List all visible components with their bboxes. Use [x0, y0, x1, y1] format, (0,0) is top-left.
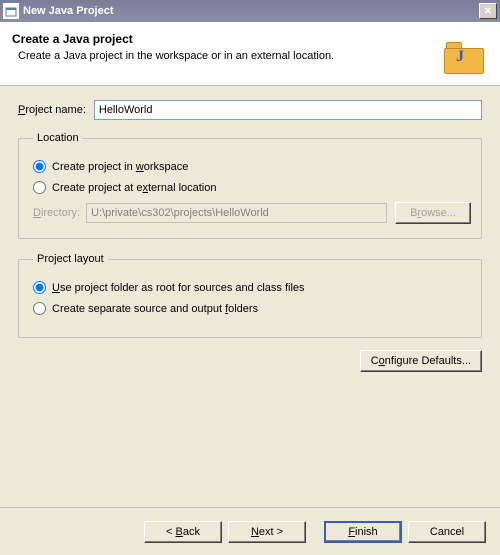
location-legend: Location [33, 132, 83, 144]
radio-separate-label[interactable]: Create separate source and output folder… [52, 303, 258, 315]
project-name-row: Project name: [18, 100, 482, 120]
radio-external-label[interactable]: Create project at external location [52, 182, 217, 194]
radio-separate-row: Create separate source and output folder… [33, 302, 471, 315]
project-layout-group: Project layout Use project folder as roo… [18, 253, 482, 338]
window-title: New Java Project [23, 5, 479, 17]
window-icon [3, 3, 19, 19]
location-group: Location Create project in workspace Cre… [18, 132, 482, 239]
banner-subtext: Create a Java project in the workspace o… [18, 50, 488, 62]
radio-workspace-label[interactable]: Create project in workspace [52, 161, 188, 173]
next-button[interactable]: Next > [228, 521, 306, 543]
radio-workspace-row: Create project in workspace [33, 160, 471, 173]
wizard-icon: J [444, 32, 488, 74]
directory-input [86, 203, 387, 223]
project-name-input[interactable] [94, 100, 482, 120]
radio-root-label[interactable]: Use project folder as root for sources a… [52, 282, 305, 294]
back-button[interactable]: < Back [144, 521, 222, 543]
content-area: Project name: Location Create project in… [0, 86, 500, 392]
radio-create-external[interactable] [33, 181, 46, 194]
configure-row: Configure Defaults... [18, 350, 482, 372]
browse-button: Browse... [395, 202, 471, 224]
project-name-label: Project name: [18, 104, 86, 116]
radio-create-in-workspace[interactable] [33, 160, 46, 173]
radio-separate-folders[interactable] [33, 302, 46, 315]
directory-label: Directory: [33, 207, 80, 219]
radio-external-row: Create project at external location [33, 181, 471, 194]
close-icon: ✕ [484, 6, 492, 17]
footer: < Back Next > Finish Cancel [0, 507, 500, 555]
banner-heading: Create a Java project [12, 32, 488, 46]
close-button[interactable]: ✕ [479, 3, 497, 19]
title-bar: New Java Project ✕ [0, 0, 500, 22]
project-layout-legend: Project layout [33, 253, 108, 265]
configure-defaults-button[interactable]: Configure Defaults... [360, 350, 482, 372]
cancel-button[interactable]: Cancel [408, 521, 486, 543]
directory-row: Directory: Browse... [33, 202, 471, 224]
banner: Create a Java project Create a Java proj… [0, 22, 500, 86]
radio-use-project-folder[interactable] [33, 281, 46, 294]
radio-root-row: Use project folder as root for sources a… [33, 281, 471, 294]
finish-button[interactable]: Finish [324, 521, 402, 543]
